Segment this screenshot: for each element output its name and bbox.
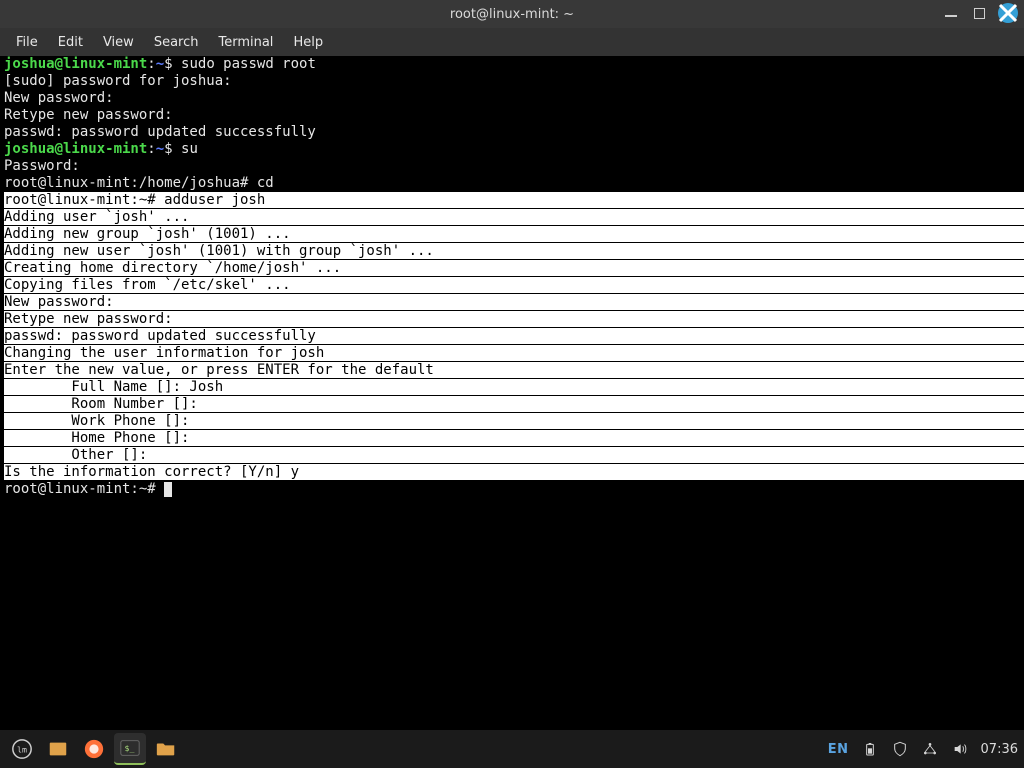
cursor [164, 482, 172, 497]
prompt-path: ~ [156, 56, 164, 72]
terminal-line: New password: [4, 90, 114, 106]
terminal-line: Copying files from `/etc/skel' ... [4, 277, 1024, 293]
menu-search[interactable]: Search [144, 31, 209, 54]
volume-icon[interactable] [951, 740, 969, 758]
prompt-user: joshua@linux-mint [4, 141, 147, 157]
menu-help[interactable]: Help [283, 31, 333, 54]
window-controls [942, 3, 1018, 23]
menu-edit[interactable]: Edit [48, 31, 93, 54]
terminal-launcher[interactable]: $_ [114, 733, 146, 765]
terminal-line: Other []: [4, 447, 1024, 463]
files-launcher[interactable] [150, 733, 182, 765]
prompt-path: ~ [156, 141, 164, 157]
menu-file[interactable]: File [6, 31, 48, 54]
taskbar-left: lm $_ [6, 733, 182, 765]
terminal-viewport[interactable]: joshua@linux-mint:~$ sudo passwd root [s… [0, 56, 1024, 730]
terminal-line: [sudo] password for joshua: [4, 73, 232, 89]
minimize-button[interactable] [942, 4, 960, 22]
terminal-line: Adding new user `josh' (1001) with group… [4, 243, 1024, 259]
cmd-text: su [181, 141, 198, 157]
svg-text:$_: $_ [125, 743, 135, 753]
prompt-sep: : [147, 141, 155, 157]
terminal-line: passwd: password updated successfully [4, 328, 1024, 344]
taskbar: lm $_ EN 07:36 [0, 730, 1024, 768]
firefox-launcher[interactable] [78, 733, 110, 765]
terminal-line: Retype new password: [4, 107, 173, 123]
keyboard-indicator[interactable]: EN [828, 742, 849, 757]
terminal-line: Adding new group `josh' (1001) ... [4, 226, 1024, 242]
terminal-line: Room Number []: [4, 396, 1024, 412]
terminal-line: Home Phone []: [4, 430, 1024, 446]
window-title: root@linux-mint: ~ [450, 7, 574, 22]
terminal-line: Adding user `josh' ... [4, 209, 1024, 225]
terminal-window: root@linux-mint: ~ File Edit View Search… [0, 0, 1024, 730]
terminal-line: passwd: password updated successfully [4, 124, 316, 140]
show-desktop-button[interactable] [42, 733, 74, 765]
clock[interactable]: 07:36 [981, 742, 1018, 757]
terminal-line: Changing the user information for josh [4, 345, 1024, 361]
battery-icon[interactable] [861, 740, 879, 758]
taskbar-right: EN 07:36 [828, 740, 1018, 758]
start-menu-button[interactable]: lm [6, 733, 38, 765]
svg-text:lm: lm [17, 745, 27, 755]
network-icon[interactable] [921, 740, 939, 758]
menubar: File Edit View Search Terminal Help [0, 28, 1024, 56]
prompt-dollar: $ [164, 141, 181, 157]
terminal-line: Work Phone []: [4, 413, 1024, 429]
terminal-line: Is the information correct? [Y/n] y [4, 464, 1024, 480]
cmd-text: sudo passwd root [181, 56, 316, 72]
titlebar[interactable]: root@linux-mint: ~ [0, 0, 1024, 28]
menu-terminal[interactable]: Terminal [208, 31, 283, 54]
prompt-dollar: $ [164, 56, 181, 72]
terminal-line: root@linux-mint:~# adduser josh [4, 192, 1024, 208]
shield-icon[interactable] [891, 740, 909, 758]
menu-view[interactable]: View [93, 31, 144, 54]
selection-block: root@linux-mint:~# adduser josh Adding u… [4, 192, 1024, 480]
prompt-sep: : [147, 56, 155, 72]
terminal-line: Full Name []: Josh [4, 379, 1024, 395]
maximize-button[interactable] [970, 4, 988, 22]
terminal-line: Creating home directory `/home/josh' ... [4, 260, 1024, 276]
terminal-line: Password: [4, 158, 80, 174]
terminal-line: Retype new password: [4, 311, 1024, 327]
close-button[interactable] [998, 3, 1018, 23]
prompt-user: joshua@linux-mint [4, 56, 147, 72]
terminal-line: Enter the new value, or press ENTER for … [4, 362, 1024, 378]
terminal-line: root@linux-mint:~# [4, 481, 164, 497]
terminal-line: New password: [4, 294, 1024, 310]
terminal-line: root@linux-mint:/home/joshua# cd [4, 175, 274, 191]
